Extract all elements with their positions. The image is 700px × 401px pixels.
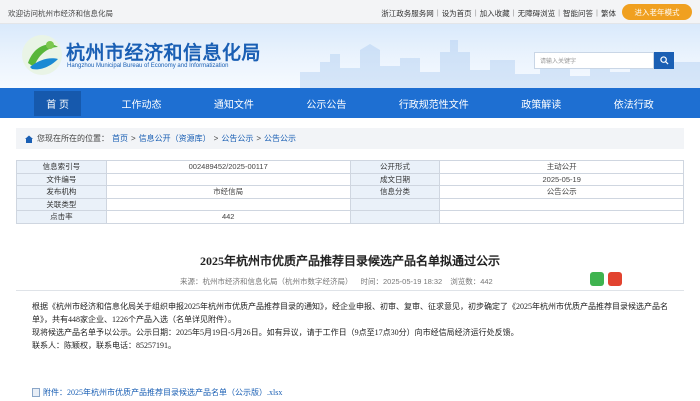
breadcrumb-home[interactable]: 首页: [112, 133, 128, 144]
breadcrumb-separator: >: [213, 134, 219, 143]
info-value: 公告公示: [439, 185, 684, 199]
table-row: 点击率 442: [16, 210, 684, 224]
breadcrumb-label: 您现在所在的位置：: [37, 134, 109, 143]
home-icon: [25, 135, 33, 143]
info-key: 发布机构: [16, 185, 107, 199]
info-value: [105, 172, 351, 186]
wechat-share-icon[interactable]: [590, 272, 604, 286]
info-key: 点击率: [16, 210, 107, 224]
info-key: 信息索引号: [16, 160, 107, 174]
separator: |: [596, 8, 598, 17]
info-table: 信息索引号 002489452/2025-00117 公开形式 主动公开 文件编…: [16, 160, 684, 224]
search-button[interactable]: [654, 52, 674, 69]
nav-item-announcements[interactable]: 公示公告: [294, 91, 358, 116]
breadcrumb-separator: >: [131, 134, 136, 143]
info-key: 文件编号: [16, 172, 107, 186]
search-icon: [659, 56, 669, 65]
link-add-favorite[interactable]: 加入收藏: [480, 8, 510, 19]
article-meta: 来源：杭州市经济和信息化局（杭州市数字经济局） 时间：2025-05-19 18…: [180, 276, 493, 287]
link-traditional[interactable]: 繁体: [601, 8, 616, 19]
separator: |: [474, 8, 477, 17]
breadcrumb-announcements-current[interactable]: 公告公示: [264, 133, 296, 144]
search-input[interactable]: 请输入关键字: [534, 52, 654, 69]
site-title: 杭州市经济和信息化局: [66, 42, 262, 64]
nav-item-normative-docs[interactable]: 行政规范性文件: [387, 91, 481, 116]
info-value: [439, 210, 684, 224]
breadcrumb: 您现在所在的位置： 首页 > 信息公开（资源库） > 公告公示 > 公告公示: [16, 128, 684, 149]
link-smart-qa[interactable]: 智能问答: [563, 8, 593, 19]
info-key: [349, 197, 441, 211]
breadcrumb-info-disclosure[interactable]: 信息公开（资源库）: [139, 133, 211, 144]
site-subtitle: Hangzhou Municipal Bureau of Economy and…: [67, 63, 229, 69]
info-value: 442: [105, 210, 351, 224]
weibo-share-icon[interactable]: [608, 272, 622, 286]
header-banner: 杭州市经济和信息化局 Hangzhou Municipal Bureau of …: [0, 24, 700, 88]
article-paragraph: 根据《杭州市经济和信息化局关于组织申报2025年杭州市优质产品推荐目录的通知》，…: [32, 302, 668, 324]
article-views: 浏览数：442: [450, 277, 493, 286]
info-value: 002489452/2025-00117: [105, 160, 351, 174]
info-key: [349, 210, 441, 224]
info-value: [439, 197, 684, 211]
table-row: 发布机构 市经信局 信息分类 公告公示: [16, 185, 684, 199]
article-source: 来源：杭州市经济和信息化局（杭州市数字经济局）: [180, 277, 353, 286]
separator: |: [436, 8, 439, 17]
main-nav: 首 页 工作动态 通知文件 公示公告 行政规范性文件 政策解读 依法行政: [0, 88, 700, 118]
breadcrumb-announcements[interactable]: 公告公示: [221, 133, 253, 144]
article-time: 时间：2025-05-19 18:32: [360, 277, 443, 286]
bureau-logo: [22, 35, 62, 75]
share-buttons: [590, 272, 622, 286]
breadcrumb-separator: >: [256, 134, 262, 143]
article-paragraph: 现将候选产品名单予以公示。公示日期：2025年5月19日-5月26日。如有异议，…: [32, 328, 519, 337]
article-title: 2025年杭州市优质产品推荐目录候选产品名单拟通过公示: [199, 254, 500, 268]
table-row: 关联类型: [16, 197, 684, 211]
attachment-label[interactable]: 附件：2025年杭州市优质产品推荐目录候选产品名单（公示版）.xlsx: [43, 387, 282, 398]
info-value: 市经信局: [105, 185, 351, 199]
file-icon: [32, 388, 40, 397]
attachment-link[interactable]: 附件：2025年杭州市优质产品推荐目录候选产品名单（公示版）.xlsx: [32, 387, 282, 398]
link-set-homepage[interactable]: 设为首页: [442, 8, 472, 19]
article-body: 根据《杭州市经济和信息化局关于组织申报2025年杭州市优质产品推荐目录的通知》，…: [32, 300, 676, 352]
table-row: 文件编号 成文日期 2025-05-19: [16, 172, 684, 186]
info-value: 主动公开: [439, 160, 684, 174]
info-key: 公开形式: [349, 160, 441, 174]
separator: |: [558, 8, 561, 17]
top-utility-bar: 欢迎访问杭州市经济和信息化局 浙江政务服务网 | 设为首页 | 加入收藏 | 无障碍浏…: [0, 0, 700, 24]
link-accessibility[interactable]: 无障碍浏览: [518, 8, 556, 19]
info-key: 关联类型: [16, 197, 107, 211]
nav-item-notices[interactable]: 通知文件: [202, 91, 266, 116]
nav-item-law-admin[interactable]: 依法行政: [602, 91, 666, 116]
info-value: 2025-05-19: [439, 172, 684, 186]
utility-links: 浙江政务服务网 | 设为首页 | 加入收藏 | 无障碍浏览 | 智能问答 | 繁体: [381, 8, 616, 19]
divider: [16, 290, 684, 291]
nav-item-policy-interpretation[interactable]: 政策解读: [509, 91, 573, 116]
separator: |: [512, 8, 515, 17]
welcome-text: 欢迎访问杭州市经济和信息化局: [8, 9, 113, 18]
link-zjzwfw[interactable]: 浙江政务服务网: [381, 8, 434, 19]
info-key: 信息分类: [349, 185, 441, 199]
info-key: 成文日期: [349, 172, 441, 186]
article-paragraph: 联系人：陈颖权，联系电话：85257191。: [32, 341, 176, 350]
table-row: 信息索引号 002489452/2025-00117 公开形式 主动公开: [16, 160, 684, 174]
nav-item-work-news[interactable]: 工作动态: [109, 91, 173, 116]
nav-item-home[interactable]: 首 页: [34, 90, 81, 116]
info-value: [105, 197, 351, 211]
elder-mode-button[interactable]: 进入老年模式: [622, 4, 692, 20]
